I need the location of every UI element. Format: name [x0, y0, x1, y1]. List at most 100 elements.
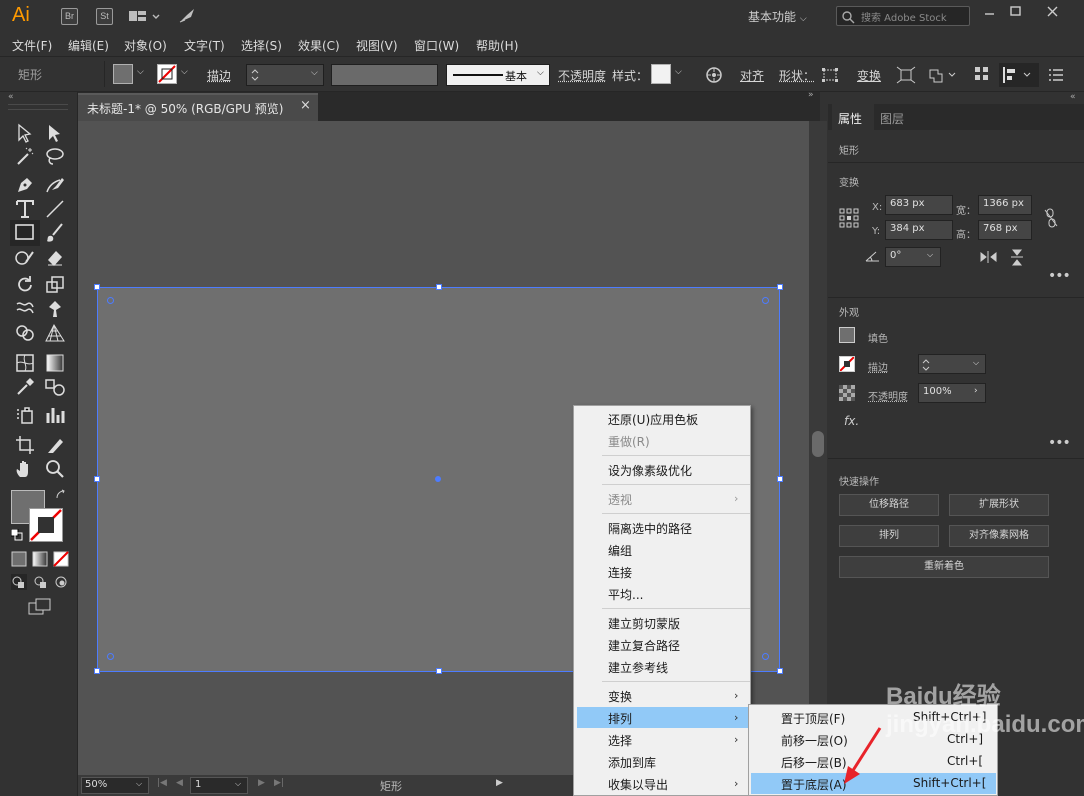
menu-item-pixel-optimize[interactable]: 设为像素级优化 — [608, 462, 692, 479]
menu-object[interactable]: 对象(O) — [124, 37, 167, 54]
status-menu-icon[interactable]: ▶ — [496, 778, 503, 788]
recolor-artwork-icon[interactable] — [704, 65, 724, 85]
stepper-icon[interactable] — [921, 357, 931, 373]
more-options-icon[interactable]: ••• — [1048, 435, 1071, 451]
screen-mode-icon[interactable] — [28, 598, 52, 616]
last-artboard-icon[interactable]: ▶| — [274, 778, 284, 788]
align-grid-icon[interactable] — [974, 66, 990, 82]
maximize-icon[interactable] — [1005, 2, 1027, 24]
menu-item-group[interactable]: 编组 — [608, 542, 632, 559]
more-options-icon[interactable]: ••• — [1048, 268, 1071, 284]
shape-properties-icon[interactable] — [821, 67, 839, 83]
recolor-button[interactable]: 重新着色 — [839, 556, 1049, 578]
x-field[interactable]: 683 px — [885, 195, 953, 215]
first-artboard-icon[interactable]: |◀ — [157, 778, 167, 788]
stock-search-input[interactable]: 搜索 Adobe Stock — [836, 6, 970, 26]
flip-horizontal-icon[interactable] — [980, 250, 998, 264]
menu-item-make-guides[interactable]: 建立参考线 — [608, 659, 668, 676]
chevron-down-icon[interactable]: ⌵ — [181, 67, 188, 77]
scale-tool-icon[interactable] — [44, 274, 66, 296]
effects-button[interactable]: fx. — [844, 414, 859, 428]
stroke-weight-field[interactable]: ⌵ — [246, 64, 324, 86]
menu-item-arrange-highlight[interactable] — [577, 707, 748, 728]
lasso-tool-icon[interactable] — [44, 146, 66, 168]
fill-swatch[interactable] — [113, 64, 133, 84]
menu-window[interactable]: 窗口(W) — [414, 37, 459, 54]
stroke-weight-field[interactable]: ⌵ — [918, 354, 986, 374]
tab-layers[interactable]: 图层 — [880, 110, 904, 127]
rotate-tool-icon[interactable] — [14, 274, 36, 296]
shape-builder-tool-icon[interactable] — [14, 322, 36, 344]
fill-swatch[interactable] — [839, 327, 855, 343]
stroke-color-box[interactable] — [29, 508, 63, 542]
opacity-label[interactable]: 不透明度 — [558, 67, 606, 84]
height-field[interactable]: 768 px — [978, 220, 1032, 240]
distribute-objects-icon[interactable] — [999, 63, 1039, 87]
menu-item-add-to-library[interactable]: 添加到库 — [608, 754, 656, 771]
menu-item-collect-for-export[interactable]: 收集以导出 — [608, 776, 668, 793]
stock-launcher[interactable]: St — [96, 8, 113, 25]
offset-path-button[interactable]: 位移路径 — [839, 494, 939, 516]
gpu-performance-icon[interactable] — [177, 6, 197, 26]
resize-handle-bottom[interactable] — [436, 668, 442, 674]
workspace-switcher[interactable]: 基本功能 ⌵ — [748, 8, 807, 25]
y-field[interactable]: 384 px — [885, 220, 953, 240]
draw-inside-icon[interactable] — [53, 574, 69, 590]
graphic-style-swatch[interactable] — [651, 64, 671, 84]
resize-handle-left[interactable] — [94, 476, 100, 482]
eyedropper-tool-icon[interactable] — [14, 376, 36, 398]
rectangle-tool-icon[interactable] — [10, 220, 40, 246]
zoom-tool-icon[interactable] — [44, 458, 66, 480]
vertical-scrollbar[interactable] — [809, 121, 827, 775]
minimize-icon[interactable] — [978, 2, 1000, 24]
menu-item-transform[interactable]: 变换 — [608, 688, 632, 705]
chevron-down-icon[interactable]: ⌵ — [137, 67, 144, 77]
line-tool-icon[interactable] — [44, 198, 66, 220]
puppet-warp-icon[interactable] — [928, 66, 958, 84]
stroke-swatch[interactable] — [839, 356, 855, 372]
variable-width-profile[interactable] — [331, 64, 438, 86]
menu-item-join[interactable]: 连接 — [608, 564, 632, 581]
menu-edit[interactable]: 编辑(E) — [68, 37, 109, 54]
menu-effect[interactable]: 效果(C) — [298, 37, 340, 54]
resize-handle-bottom-left[interactable] — [94, 668, 100, 674]
tab-properties[interactable]: 属性 — [832, 104, 874, 130]
menu-file[interactable]: 文件(F) — [12, 37, 52, 54]
collapse-panel-icon[interactable]: « — [1070, 92, 1076, 102]
panel-menu-icon[interactable] — [1048, 68, 1064, 82]
menu-item-isolate-path[interactable]: 隔离选中的路径 — [608, 520, 692, 537]
next-artboard-icon[interactable]: ▶ — [258, 778, 265, 788]
curvature-tool-icon[interactable] — [44, 174, 66, 196]
warp-tool-icon[interactable] — [14, 298, 36, 320]
resize-handle-top-right[interactable] — [777, 284, 783, 290]
close-tab-icon[interactable]: × — [300, 98, 311, 113]
column-graph-tool-icon[interactable] — [44, 404, 66, 426]
stepper-icon[interactable] — [250, 67, 260, 83]
gradient-tool-icon[interactable] — [44, 352, 66, 374]
eraser-tool-icon[interactable] — [44, 246, 66, 268]
menu-type[interactable]: 文字(T) — [184, 37, 225, 54]
artboard-tool-icon[interactable] — [14, 434, 36, 456]
expand-panel-icon[interactable]: » — [808, 90, 814, 100]
puppet-warp-tool-icon[interactable] — [44, 298, 66, 320]
stroke-label[interactable]: 描边 — [207, 67, 231, 84]
chevron-down-icon[interactable]: ⌵ — [675, 67, 682, 77]
panel-grip[interactable] — [8, 104, 68, 110]
stroke-swatch[interactable] — [157, 64, 177, 84]
default-fill-stroke-icon[interactable] — [11, 529, 23, 541]
resize-handle-top[interactable] — [436, 284, 442, 290]
expand-shape-button[interactable]: 扩展形状 — [949, 494, 1049, 516]
paintbrush-tool-icon[interactable] — [44, 222, 66, 244]
draw-normal-icon[interactable] — [11, 574, 27, 590]
scrollbar-thumb[interactable] — [812, 431, 824, 457]
corner-radius-widget[interactable] — [107, 653, 114, 660]
align-button[interactable]: 对齐 — [740, 67, 764, 84]
color-mode-icon[interactable] — [11, 551, 27, 567]
opacity-field[interactable]: 100% › — [918, 383, 986, 403]
corner-radius-widget[interactable] — [107, 297, 114, 304]
none-mode-icon[interactable] — [53, 551, 69, 567]
arrange-button[interactable]: 排列 — [839, 525, 939, 547]
menu-item-select[interactable]: 选择 — [608, 732, 632, 749]
menu-item-compound-path[interactable]: 建立复合路径 — [608, 637, 680, 654]
arrange-documents-icon[interactable] — [129, 9, 163, 25]
